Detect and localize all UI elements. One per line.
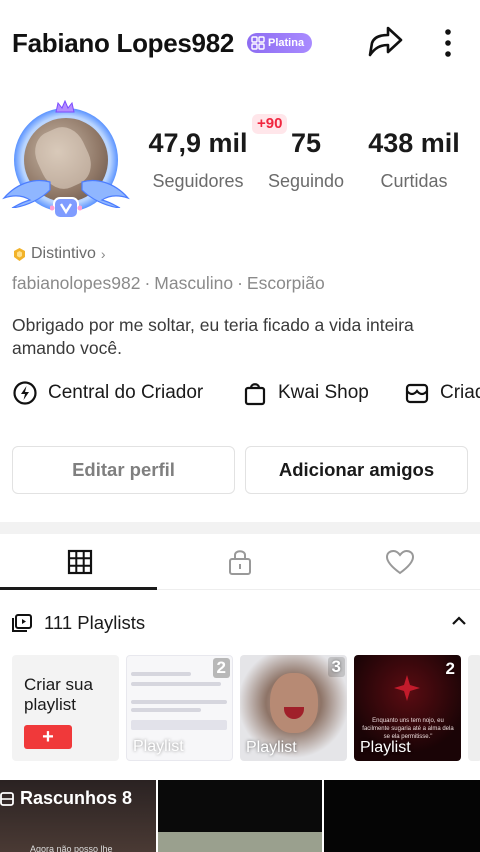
playlists-carousel: Criar sua playlist + 2 Playlist 3 Playli… bbox=[12, 655, 480, 763]
chevron-up-icon[interactable] bbox=[450, 612, 468, 630]
third-link[interactable]: Criad bbox=[404, 380, 480, 406]
likes-count: 438 mil bbox=[368, 128, 460, 158]
likes-label: Curtidas bbox=[380, 171, 448, 191]
playlist-label: Playlist bbox=[360, 739, 411, 756]
playlist-video-count: 3 bbox=[327, 657, 345, 677]
tab-private[interactable] bbox=[160, 534, 320, 590]
playlist-video-count: 2 bbox=[212, 658, 230, 678]
grid-icon bbox=[67, 549, 93, 575]
drafts-label: Rascunhos 8 bbox=[20, 788, 133, 808]
distintivo-link[interactable]: Distintivo › bbox=[12, 245, 106, 263]
profile-handle: fabianolopes982 bbox=[12, 273, 141, 293]
playlist-icon bbox=[12, 614, 32, 632]
gem-icon bbox=[251, 36, 265, 50]
likes-stat[interactable]: 438 mil Curtidas bbox=[362, 128, 466, 192]
video-grid: Rascunhos 8 Agora não posso lhe bbox=[0, 780, 480, 852]
playlist-card[interactable]: Enquanto uns tem nojo, eu facilmente sug… bbox=[354, 655, 461, 761]
profile-header: Fabiano Lopes982 Platina bbox=[0, 0, 480, 90]
content-tabs bbox=[0, 534, 480, 590]
medal-icon bbox=[14, 247, 25, 261]
lightning-icon bbox=[13, 381, 37, 405]
drafts-header: Rascunhos 8 bbox=[0, 788, 132, 809]
avatar-gem-icon bbox=[50, 197, 82, 219]
profile-sign: Escorpião bbox=[246, 273, 325, 293]
create-playlist-card[interactable]: Criar sua playlist + bbox=[12, 655, 119, 761]
star-icon bbox=[394, 675, 420, 701]
profile-meta: fabianolopes982 · Masculino · Escorpião bbox=[12, 273, 325, 294]
create-playlist-label: Criar sua playlist bbox=[24, 675, 93, 714]
add-friends-button[interactable]: Adicionar amigos bbox=[245, 446, 468, 494]
followers-stat[interactable]: 47,9 mil Seguidores bbox=[144, 128, 252, 192]
drafts-icon bbox=[0, 791, 14, 806]
badge-label: Platina bbox=[268, 37, 305, 49]
shopping-bag-icon bbox=[244, 383, 266, 406]
share-icon[interactable] bbox=[366, 25, 404, 61]
edit-profile-button[interactable]: Editar perfil bbox=[12, 446, 235, 494]
chevron-right-icon: › bbox=[100, 246, 106, 262]
playlist-card-partial[interactable] bbox=[468, 655, 480, 761]
tab-liked[interactable] bbox=[320, 534, 480, 590]
thumb-line bbox=[131, 672, 191, 676]
kwai-shop-link[interactable]: Kwai Shop bbox=[242, 380, 369, 406]
lock-icon bbox=[229, 550, 251, 575]
video-tile[interactable] bbox=[158, 780, 322, 852]
profile-links: Central do Criador Kwai Shop Criad bbox=[0, 380, 480, 416]
third-link-label: Criad bbox=[440, 382, 480, 403]
profile-username: Fabiano Lopes982 bbox=[12, 28, 235, 58]
section-divider bbox=[0, 522, 480, 534]
kwai-shop-label: Kwai Shop bbox=[278, 382, 369, 403]
following-count: 75 bbox=[290, 128, 322, 158]
store-icon bbox=[405, 383, 429, 404]
followers-count: 47,9 mil bbox=[148, 128, 248, 158]
following-stat[interactable]: 75 Seguindo bbox=[260, 128, 352, 192]
video-tile[interactable] bbox=[324, 780, 480, 852]
followers-label: Seguidores bbox=[152, 171, 244, 191]
thumb-line bbox=[131, 720, 227, 730]
thumb-line bbox=[131, 708, 201, 712]
playlist-video-count: 2 bbox=[445, 659, 455, 678]
creator-center-label: Central do Criador bbox=[48, 382, 204, 403]
playlists-header[interactable]: 111 Playlists bbox=[12, 608, 468, 638]
profile-stats: 47,9 mil Seguidores 75 Seguindo 438 mil … bbox=[0, 128, 480, 198]
playlist-label: Playlist bbox=[246, 739, 297, 756]
following-label: Seguindo bbox=[267, 171, 345, 191]
playlist-card[interactable]: 3 Playlist bbox=[240, 655, 347, 761]
creator-center-link[interactable]: Central do Criador bbox=[12, 380, 203, 406]
drafts-overlay-text: Agora não posso lhe bbox=[30, 844, 113, 852]
active-tab-indicator bbox=[0, 587, 157, 590]
profile-bio: Obrigado por me soltar, eu teria ficado … bbox=[12, 315, 414, 358]
playlist-label: Playlist bbox=[133, 738, 184, 755]
thumbnail-face bbox=[270, 673, 318, 733]
tab-videos[interactable] bbox=[0, 534, 160, 590]
add-playlist-button[interactable]: + bbox=[24, 725, 72, 749]
heart-icon bbox=[385, 549, 415, 575]
playlists-count-label: 111 Playlists bbox=[44, 612, 146, 633]
thumb-line bbox=[131, 682, 221, 686]
platinum-badge[interactable]: Platina bbox=[247, 33, 313, 53]
thumbnail-caption: Enquanto uns tem nojo, eu facilmente sug… bbox=[362, 718, 454, 740]
meta-separator: · bbox=[237, 273, 243, 293]
playlist-card[interactable]: 2 Playlist bbox=[126, 655, 233, 761]
meta-separator: · bbox=[144, 273, 151, 293]
distintivo-label: Distintivo bbox=[31, 245, 96, 262]
thumbnail-strip bbox=[158, 832, 322, 852]
more-options-icon[interactable] bbox=[436, 26, 460, 60]
thumb-line bbox=[131, 700, 227, 704]
profile-gender: Masculino bbox=[154, 273, 234, 293]
drafts-tile[interactable]: Rascunhos 8 Agora não posso lhe bbox=[0, 780, 156, 852]
crown-icon bbox=[55, 100, 75, 113]
